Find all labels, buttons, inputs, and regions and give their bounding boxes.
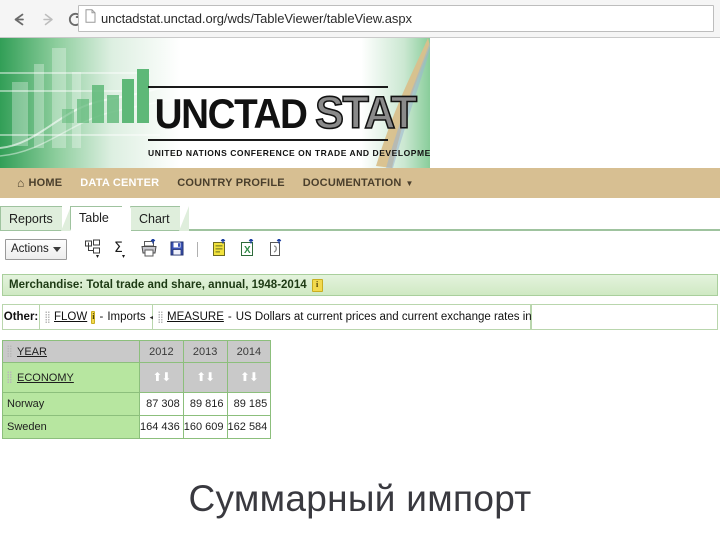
filter-flow-value: Imports <box>107 311 146 323</box>
site-banner: UNCTAD STAT UNITED NATIONS CONFERENCE ON … <box>0 38 430 168</box>
tab-chart-label: Chart <box>139 211 170 226</box>
toolbar-icon-group: Σ X <box>83 239 284 260</box>
nav-item-country-profile-label: COUNTRY PROFILE <box>177 177 285 189</box>
nav-item-documentation[interactable]: DOCUMENTATION ▼ <box>294 177 423 189</box>
filter-chip-flow[interactable]: FLOW i - Imports ◀▶ <box>40 304 162 330</box>
top-navigation-bar: ⌂ HOME DATA CENTER COUNTRY PROFILE DOCUM… <box>0 168 720 198</box>
drag-grip-icon[interactable] <box>158 310 163 324</box>
filter-other-label: Other: <box>2 304 40 330</box>
nav-item-documentation-label: DOCUMENTATION <box>302 177 402 189</box>
tab-table[interactable]: Table <box>70 206 131 231</box>
download-excel-icon[interactable]: X <box>237 239 256 260</box>
dimension-cell-year[interactable]: YEAR <box>2 340 140 363</box>
cell-norway-2012: 87 308 <box>139 392 184 416</box>
row-label-sweden: Sweden <box>2 415 140 439</box>
logo-unctad-text: UNCTAD <box>154 90 308 137</box>
year-header-2012[interactable]: 2012 <box>139 340 184 363</box>
toolbar-separator <box>197 241 198 257</box>
download-pdf-icon[interactable] <box>265 239 284 260</box>
year-header-2014[interactable]: 2014 <box>226 340 272 363</box>
drag-grip-icon[interactable] <box>7 345 12 358</box>
home-glyph-icon: ⌂ <box>17 176 25 190</box>
data-table: YEAR 2012 2013 2014 ECONOMY ⬆⬇ ⬆⬇ ⬆⬇ Nor… <box>2 340 272 439</box>
view-tabs: Reports Table Chart <box>0 206 720 231</box>
sort-up-down-icon: ⬆⬇ <box>239 370 259 384</box>
back-arrow-icon[interactable] <box>6 6 32 32</box>
tab-table-label: Table <box>79 211 109 225</box>
chevron-down-icon: ▼ <box>405 178 414 188</box>
dataset-title: Merchandise: Total trade and share, annu… <box>9 279 307 291</box>
url-bar[interactable]: unctadstat.unctad.org/wds/TableViewer/ta… <box>78 5 714 32</box>
actions-dropdown-button[interactable]: Actions <box>5 238 67 260</box>
sigma-summation-icon[interactable]: Σ <box>111 239 130 260</box>
filter-measure-key[interactable]: MEASURE <box>167 311 224 323</box>
nav-item-data-center[interactable]: DATA CENTER <box>71 177 168 189</box>
sort-up-down-icon: ⬆⬇ <box>196 370 215 384</box>
year-header-2013[interactable]: 2013 <box>182 340 228 363</box>
actions-toolbar: Actions Σ X <box>0 232 720 266</box>
filter-bar: Other: FLOW i - Imports ◀▶ MEASURE - US … <box>2 304 718 330</box>
dimension-economy-label[interactable]: ECONOMY <box>17 372 74 384</box>
download-csv-icon[interactable] <box>209 239 228 260</box>
url-text: unctadstat.unctad.org/wds/TableViewer/ta… <box>101 11 412 26</box>
actions-label: Actions <box>11 243 49 255</box>
nav-item-home[interactable]: ⌂ HOME <box>8 176 71 190</box>
table-header-economy-row: ECONOMY ⬆⬇ ⬆⬇ ⬆⬇ <box>2 362 272 393</box>
slide-caption: Суммарный импорт <box>188 478 532 519</box>
filter-chip-empty-slot[interactable] <box>531 304 718 330</box>
dataset-title-bar: Merchandise: Total trade and share, annu… <box>2 274 718 296</box>
sort-toggle-2014[interactable]: ⬆⬇ <box>226 362 272 393</box>
tab-chart[interactable]: Chart <box>130 206 189 231</box>
table-row: Sweden 164 436 160 609 162 584 <box>2 415 272 439</box>
svg-text:Σ: Σ <box>114 240 123 256</box>
table-header-year-row: YEAR 2012 2013 2014 <box>2 340 272 363</box>
table-row: Norway 87 308 89 816 89 185 <box>2 392 272 416</box>
cell-sweden-2012: 164 436 <box>139 415 184 439</box>
layout-dimensions-icon[interactable] <box>83 239 102 260</box>
info-icon[interactable]: i <box>91 310 96 324</box>
browser-chrome: unctadstat.unctad.org/wds/TableViewer/ta… <box>0 0 720 38</box>
filter-measure-separator: - <box>227 311 232 323</box>
tab-reports[interactable]: Reports <box>0 206 71 231</box>
filter-flow-separator: - <box>99 311 104 323</box>
filter-flow-key[interactable]: FLOW <box>54 311 87 323</box>
chevron-down-icon <box>53 246 61 252</box>
cell-sweden-2014: 162 584 <box>226 415 272 439</box>
printer-icon[interactable] <box>139 239 158 260</box>
logo-bar-chart-icon <box>62 69 149 123</box>
filter-measure-value: US Dollars at current prices and current… <box>235 311 574 323</box>
svg-text:X: X <box>244 245 251 256</box>
drag-grip-icon[interactable] <box>45 310 50 324</box>
cell-norway-2013: 89 816 <box>182 392 228 416</box>
logo-stat-text: STAT <box>315 87 419 138</box>
cell-norway-2014: 89 185 <box>226 392 272 416</box>
nav-item-country-profile[interactable]: COUNTRY PROFILE <box>168 177 294 189</box>
nav-item-data-center-label: DATA CENTER <box>80 177 160 189</box>
sort-up-down-icon: ⬆⬇ <box>152 370 171 384</box>
sort-toggle-2012[interactable]: ⬆⬇ <box>139 362 184 393</box>
tab-reports-label: Reports <box>9 211 53 226</box>
info-icon[interactable]: i <box>311 278 323 292</box>
logo-subtitle: UNITED NATIONS CONFERENCE ON TRADE AND D… <box>148 148 430 158</box>
filter-chip-measure[interactable]: MEASURE - US Dollars at current prices a… <box>153 304 573 330</box>
forward-arrow-icon[interactable] <box>34 6 60 32</box>
logo-rule-bottom <box>148 139 388 141</box>
sort-toggle-2013[interactable]: ⬆⬇ <box>182 362 228 393</box>
save-disk-icon[interactable] <box>167 239 186 260</box>
drag-grip-icon[interactable] <box>7 371 12 384</box>
unctadstat-logo: UNCTAD STAT <box>148 86 419 141</box>
row-label-norway: Norway <box>2 392 140 416</box>
cell-sweden-2013: 160 609 <box>182 415 228 439</box>
dimension-cell-economy[interactable]: ECONOMY <box>2 362 140 393</box>
dimension-year-label[interactable]: YEAR <box>17 346 47 358</box>
nav-item-home-label: HOME <box>28 177 63 189</box>
logo-text: UNCTAD STAT <box>148 88 419 138</box>
page-document-icon <box>85 9 96 28</box>
